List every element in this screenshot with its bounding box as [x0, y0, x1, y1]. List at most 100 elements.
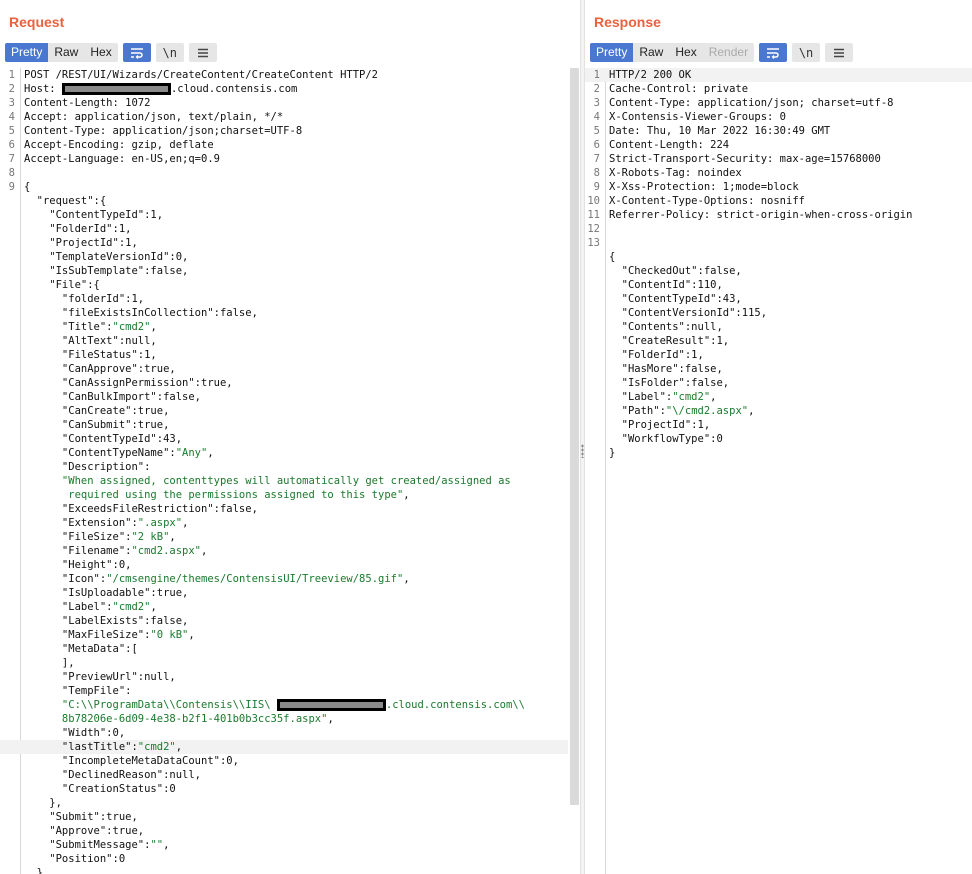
code-line: "Approve":true,: [0, 824, 568, 838]
code-line: "LabelExists":false,: [0, 614, 568, 628]
line-number: 1: [8, 69, 15, 81]
code-line: "PreviewUrl":null,: [0, 670, 568, 684]
line-text: Accept-Language: en-US,en;q=0.9: [24, 152, 220, 166]
string-token: "2 kB": [131, 531, 170, 543]
line-number: 8: [8, 167, 15, 179]
line-number: 5: [593, 125, 600, 137]
code-token: {: [609, 251, 616, 263]
line-text: }: [24, 866, 43, 874]
string-token: "0 kB": [150, 629, 189, 641]
code-line: "FolderId":1,: [0, 222, 568, 236]
line-text: POST /REST/UI/Wizards/CreateContent/Crea…: [24, 68, 378, 82]
code-token: "Icon":: [24, 573, 107, 585]
line-text: X-Robots-Tag: noindex: [609, 166, 742, 180]
code-token: Accept: application/json, text/plain, */…: [24, 111, 284, 123]
code-token: "ContentTypeId":1,: [24, 209, 164, 221]
response-code: 1 HTTP/2 200 OK 2 Cache-Control: private 3 Co…: [585, 68, 972, 874]
line-text: X-Content-Type-Options: nosniff: [609, 194, 805, 208]
code-token: ,: [163, 839, 170, 851]
response-title: Response: [594, 14, 661, 30]
code-line: "CanAssignPermission":true,: [0, 376, 568, 390]
tab-raw[interactable]: Raw: [633, 43, 669, 62]
line-number: 6: [593, 139, 600, 151]
code-token: "FileSize":: [24, 531, 132, 543]
code-token: ,: [150, 601, 157, 613]
code-line: 8b78206e-6d09-4e38-b2f1-401b0b3cc35f.asp…: [0, 712, 568, 726]
code-line: 2 Host: .cloud.contensis.com: [0, 82, 568, 96]
response-editor[interactable]: 1 HTTP/2 200 OK 2 Cache-Control: private 3 Co…: [585, 68, 972, 874]
show-newlines-button[interactable]: \n: [155, 43, 184, 62]
code-line: 7 Strict-Transport-Security: max-age=1576…: [585, 152, 972, 166]
line-text: "FileStatus":1,: [24, 348, 157, 362]
code-line: "ContentTypeName":"Any",: [0, 446, 568, 460]
code-line: "Submit":true,: [0, 810, 568, 824]
wrap-lines-button[interactable]: [122, 43, 151, 62]
code-token: "IncompleteMetaDataCount":0,: [24, 755, 239, 767]
code-line: "TemplateVersionId":0,: [0, 250, 568, 264]
line-text: X-Contensis-Viewer-Groups: 0: [609, 110, 786, 124]
code-token: Date: Thu, 10 Mar 2022 16:30:49 GMT: [609, 125, 831, 137]
wrap-lines-button[interactable]: [759, 43, 788, 62]
code-line: 4 Accept: application/json, text/plain, *…: [0, 110, 568, 124]
string-token: 8b78206e-6d09-4e38-b2f1-401b0b3cc35f.asp…: [24, 713, 328, 725]
tab-raw[interactable]: Raw: [48, 43, 84, 62]
code-line: {: [585, 250, 972, 264]
tab-hex[interactable]: Hex: [669, 43, 702, 62]
code-line: "WorkflowType":0: [585, 432, 972, 446]
code-line: },: [0, 796, 568, 810]
code-line: "ContentVersionId":115,: [585, 306, 972, 320]
code-line: "FolderId":1,: [585, 348, 972, 362]
line-text: "Submit":true,: [24, 810, 138, 824]
string-token: "": [150, 839, 164, 851]
request-scrollbar[interactable]: [570, 68, 579, 805]
line-number: 12: [587, 223, 600, 235]
string-token: "cmd2.aspx": [131, 545, 202, 557]
line-text: "TemplateVersionId":0,: [24, 250, 188, 264]
code-token: "request":{: [24, 195, 107, 207]
line-text: Accept: application/json, text/plain, */…: [24, 110, 283, 124]
code-line: "ContentTypeId":1,: [0, 208, 568, 222]
code-token: },: [24, 797, 62, 809]
line-text: "MetaData":[: [24, 642, 138, 656]
tab-pretty[interactable]: Pretty: [5, 43, 49, 62]
code-line: "AltText":null,: [0, 334, 568, 348]
menu-button[interactable]: [188, 43, 217, 62]
line-text: "IsUploadable":true,: [24, 586, 188, 600]
code-token: HTTP/2 200 OK: [609, 69, 692, 81]
code-token: "CanBulkImport":false,: [24, 391, 202, 403]
request-view-tabs: Pretty Raw Hex: [5, 43, 118, 62]
code-token: "MaxFileSize":: [24, 629, 151, 641]
code-token: "ExceedsFileRestriction":false,: [24, 503, 258, 515]
code-line: "Label":"cmd2",: [585, 390, 972, 404]
code-line: "DeclinedReason":null,: [0, 768, 568, 782]
code-token: "Path":: [609, 405, 666, 417]
code-line: 9{: [0, 180, 568, 194]
line-text: "IsFolder":false,: [609, 376, 729, 390]
string-token: "cmd2": [112, 321, 151, 333]
code-line: "IncompleteMetaDataCount":0,: [0, 754, 568, 768]
code-line: 2 Cache-Control: private: [585, 82, 972, 96]
request-editor[interactable]: 1 POST /REST/UI/Wizards/CreateContent/Cre…: [0, 68, 568, 874]
code-token: "Height":0,: [24, 559, 132, 571]
string-token: "Any": [175, 447, 208, 459]
show-newlines-button[interactable]: \n: [792, 43, 821, 62]
code-token: Content-Length: 224: [609, 139, 730, 151]
redacted-block: [276, 699, 386, 711]
menu-button[interactable]: [825, 43, 854, 62]
tab-pretty[interactable]: Pretty: [590, 43, 634, 62]
code-token: "Position":0: [24, 853, 126, 865]
code-token: "WorkflowType":0: [609, 433, 723, 445]
drag-handle-icon[interactable]: [581, 444, 584, 458]
code-line: "CheckedOut":false,: [585, 264, 972, 278]
code-line: "ContentId":110,: [585, 278, 972, 292]
line-number: 1: [593, 69, 600, 81]
code-token: "Width":0,: [24, 727, 126, 739]
line-text: "request":{: [24, 194, 107, 208]
code-token: "IsFolder":false,: [609, 377, 730, 389]
tab-hex[interactable]: Hex: [84, 43, 117, 62]
line-text: "ProjectId":1,: [24, 236, 138, 250]
line-text: "AltText":null,: [24, 334, 157, 348]
line-text: "Filename":"cmd2.aspx",: [24, 544, 207, 558]
code-line: "CreationStatus":0: [0, 782, 568, 796]
line-text: Content-Type: application/json; charset=…: [609, 96, 893, 110]
